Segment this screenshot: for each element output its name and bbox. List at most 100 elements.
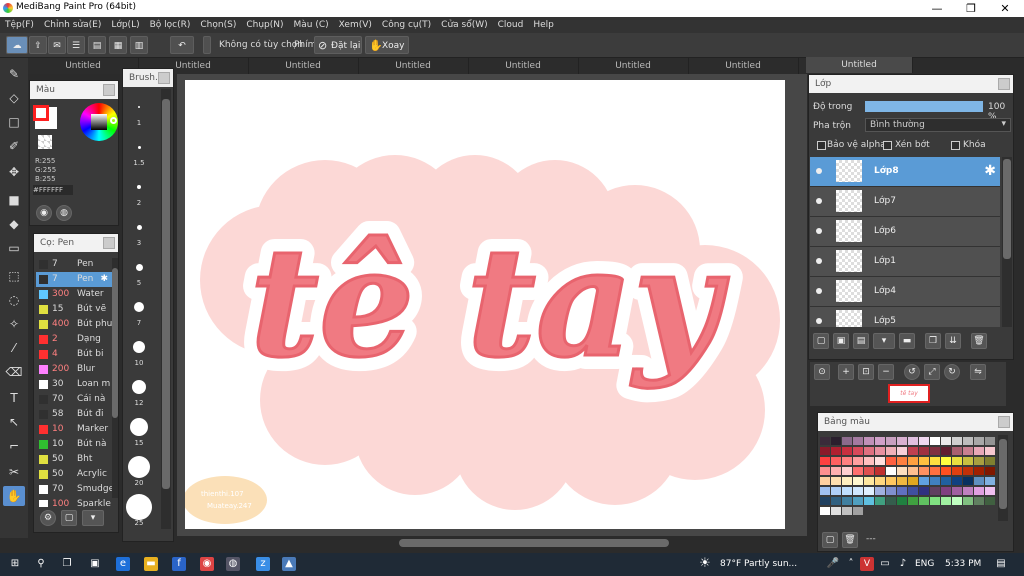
layer-list-scrollbar-thumb[interactable]	[1003, 159, 1011, 259]
palette-swatch[interactable]	[941, 447, 951, 455]
palette-swatch[interactable]	[952, 457, 962, 465]
palette-swatch[interactable]	[908, 437, 918, 445]
brush-item[interactable]: 7 Pen ✱	[36, 272, 112, 287]
palette-swatch[interactable]	[897, 457, 907, 465]
palette-swatch[interactable]	[919, 437, 929, 445]
new-palette-icon[interactable]: ▢	[822, 532, 838, 548]
lasso-tool-icon[interactable]: ◌	[3, 290, 25, 310]
brush-settings-gear-icon[interactable]: ✱	[100, 272, 108, 287]
palette-swatch[interactable]	[974, 447, 984, 455]
navigator-preview[interactable]: tê tay	[888, 384, 930, 403]
palette-swatch[interactable]	[919, 467, 929, 475]
blend-select[interactable]: Bình thường ▾	[865, 118, 1011, 132]
zoom-out-icon[interactable]: −	[878, 364, 894, 380]
brush-list-scrollbar-thumb[interactable]	[112, 268, 118, 418]
select-eraser-tool-icon[interactable]: ⌫	[3, 362, 25, 382]
vietkey-icon[interactable]: V	[860, 557, 874, 571]
brush-size-dot[interactable]	[136, 224, 142, 230]
visibility-eye-icon[interactable]	[816, 288, 822, 294]
brush-item[interactable]: 50 Bht	[36, 452, 112, 467]
visibility-eye-icon[interactable]	[816, 168, 822, 174]
palette-swatch[interactable]	[941, 437, 951, 445]
eraser-tool-icon[interactable]: ◇	[3, 88, 25, 108]
file-explorer-icon[interactable]: ▬	[144, 557, 158, 571]
palette-swatch[interactable]	[842, 467, 852, 475]
palette-swatch[interactable]	[864, 467, 874, 475]
palette-swatch[interactable]	[897, 467, 907, 475]
notification-icon[interactable]: ▤	[994, 557, 1008, 571]
rectangle-tool-icon[interactable]: □	[3, 112, 25, 132]
pen-tool-icon[interactable]: ✐	[3, 136, 25, 156]
delete-layer-icon[interactable]: 🗑	[971, 333, 987, 349]
brush-item[interactable]: 10 Marker	[36, 422, 112, 437]
select-pen-tool-icon[interactable]: ⁄	[3, 338, 25, 358]
palette-swatch[interactable]	[974, 467, 984, 475]
duplicate-layer-icon[interactable]: ❐	[925, 333, 941, 349]
zalo-icon[interactable]: z	[256, 557, 270, 571]
palette-swatch[interactable]	[941, 497, 951, 505]
palette-swatch[interactable]	[831, 447, 841, 455]
brush-size-dot[interactable]	[134, 302, 144, 312]
palette-swatch[interactable]	[963, 487, 973, 495]
brush-item[interactable]: 400 Bút phun	[36, 317, 112, 332]
brush-size-scrollbar[interactable]	[161, 89, 171, 529]
palette-swatch[interactable]	[864, 497, 874, 505]
add-brush-menu-icon[interactable]: ▾	[82, 510, 104, 526]
page-icon[interactable]: ▤	[88, 36, 106, 54]
palette-swatch[interactable]	[930, 447, 940, 455]
medibang-icon[interactable]: ◍	[226, 557, 240, 571]
rotate-button[interactable]: ✋ Xoay	[365, 36, 409, 54]
lock-checkbox[interactable]	[951, 141, 960, 150]
palette-swatch[interactable]	[842, 437, 852, 445]
palette-swatch[interactable]	[831, 437, 841, 445]
layer-row[interactable]: Lớp7	[810, 187, 1000, 217]
palette-swatch[interactable]	[985, 457, 995, 465]
palette-swatch[interactable]	[886, 487, 896, 495]
select-tool-icon[interactable]: ⬚	[3, 266, 25, 286]
cloud-icon[interactable]: ☁	[6, 36, 28, 54]
menu-help[interactable]: Help	[528, 20, 559, 30]
palette-swatch[interactable]	[864, 447, 874, 455]
palette-swatch[interactable]	[897, 497, 907, 505]
delete-palette-icon[interactable]: 🗑	[842, 532, 858, 548]
palette-swatch[interactable]	[864, 487, 874, 495]
folder-icon[interactable]: ▬	[899, 333, 915, 349]
volume-icon[interactable]: ♪	[896, 557, 910, 571]
palette-swatch[interactable]	[930, 487, 940, 495]
microphone-icon[interactable]: 🎤	[826, 557, 840, 571]
palette-swatch[interactable]	[985, 477, 995, 485]
layer-row[interactable]: Lớp4	[810, 277, 1000, 307]
zoom-fit-icon[interactable]: ⊙	[814, 364, 830, 380]
brush-size-dot[interactable]	[133, 341, 145, 353]
language-indicator[interactable]: ENG	[915, 559, 934, 569]
rotate-right-icon[interactable]: ↻	[944, 364, 960, 380]
brush-size-list[interactable]: 1 1.5 2 3 5 7 10 12 15 20 25	[123, 87, 155, 541]
menu-select[interactable]: Chọn(S)	[195, 20, 241, 30]
menu-view[interactable]: Xem(V)	[334, 20, 377, 30]
palette-swatch[interactable]	[853, 507, 863, 515]
palette-swatch[interactable]	[886, 447, 896, 455]
menu-filter[interactable]: Bộ lọc(R)	[145, 20, 196, 30]
merge-layer-icon[interactable]: ⇊	[945, 333, 961, 349]
undo-icon[interactable]: ↶	[170, 36, 194, 54]
horizontal-scrollbar-thumb[interactable]	[399, 539, 669, 547]
brush-size-dot[interactable]	[128, 456, 150, 478]
palette-swatch[interactable]	[875, 447, 885, 455]
opacity-slider[interactable]	[865, 101, 983, 112]
palette-swatch[interactable]	[941, 457, 951, 465]
palette-swatch[interactable]	[952, 437, 962, 445]
chevron-up-icon[interactable]: ˄	[844, 557, 858, 571]
palette-swatch[interactable]	[853, 437, 863, 445]
brush-item[interactable]: 58 Bút đi	[36, 407, 112, 422]
facebook-icon[interactable]: f	[172, 557, 186, 571]
palette-swatch[interactable]	[831, 467, 841, 475]
brush-item[interactable]: 300 Water	[36, 287, 112, 302]
palette-swatch[interactable]	[864, 437, 874, 445]
brush-size-dot[interactable]	[137, 185, 141, 189]
visibility-eye-icon[interactable]	[816, 198, 822, 204]
palette-swatch[interactable]	[908, 477, 918, 485]
tab-untitled[interactable]: Untitled	[578, 58, 689, 74]
panel-close-icon[interactable]	[998, 416, 1010, 428]
flip-icon[interactable]: ⇋	[970, 364, 986, 380]
palette-swatch[interactable]	[842, 487, 852, 495]
